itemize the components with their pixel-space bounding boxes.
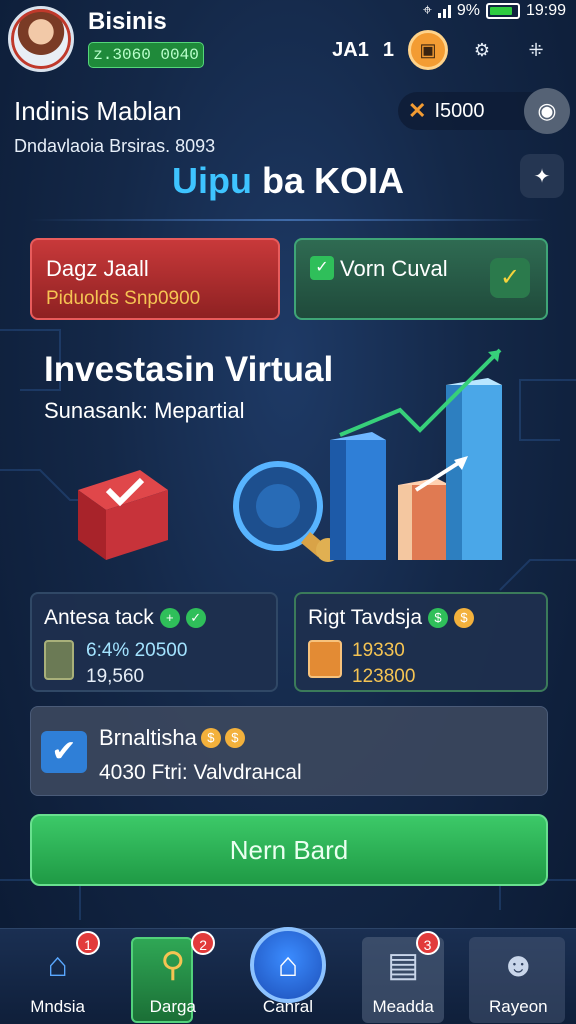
nav-label: Darga	[149, 997, 196, 1016]
promo-title-row: Brnaltisha $ $	[99, 725, 245, 751]
nav-item-central[interactable]: ⌂ Canral	[230, 927, 345, 1024]
balance-pill: ᴢ.3060 0040	[88, 42, 204, 68]
check-shield-icon: ✔	[41, 731, 87, 773]
alert-card-subtitle: Piduolds Snp0900	[46, 288, 201, 309]
checkmark-icon: ✓	[490, 258, 530, 298]
divider	[30, 219, 546, 221]
nav-label: Meadda	[372, 997, 434, 1016]
nav-label: Rayeon	[489, 997, 548, 1016]
user-subtitle: Dndavlaoia Brsiras. 8093	[14, 136, 216, 156]
notification-badge: 1	[76, 931, 100, 955]
stat-right-value1: 19330	[352, 640, 405, 661]
nav-item-darga[interactable]: ⚲ 2 Darga	[115, 929, 230, 1024]
verified-card[interactable]: ✓ Vorn Cuval ✓	[294, 238, 548, 320]
battery-icon	[485, 3, 520, 19]
pin-icon[interactable]: ✦	[520, 154, 564, 198]
alert-card[interactable]: Dagz Jaall Piduolds Snp0900	[30, 238, 280, 320]
clock: 19:99	[525, 2, 566, 19]
counter-b: 1	[382, 38, 394, 61]
notification-badge: 2	[191, 931, 216, 955]
stat-left-title: Antesa tack	[44, 606, 154, 629]
points-value: I5000	[434, 99, 485, 122]
location-icon: ⌖	[422, 2, 432, 19]
app-title: Bisinis	[88, 8, 167, 35]
points-chip[interactable]: ✕ I5000 ◉	[398, 88, 570, 134]
header-actions: JA1 1 ▣ ⚙ ⁜	[332, 30, 556, 70]
stat-right-title-row: Rigt Tavdsja $ $	[308, 606, 475, 630]
bottom-nav: ⌂ 1 Mndsia ⚲ 2 Darga ⌂ Canral ▤ 3 Meadda…	[0, 927, 576, 1024]
red-box-icon	[78, 470, 168, 560]
wallet-icon	[308, 640, 342, 678]
magnifier-icon	[233, 461, 340, 562]
nav-item-home[interactable]: ⌂ 1 Mndsia	[0, 929, 115, 1024]
coin-icon: $	[224, 728, 245, 748]
top-bar: Bisinis ᴢ.3060 0040 ⌖ 9% 19:99 JA1 1 ▣ ⚙…	[0, 0, 576, 84]
nav-label: Canral	[262, 997, 314, 1016]
signal-icon	[437, 4, 451, 18]
promo-title: Brnaltisha	[99, 725, 197, 750]
user-name: Indinis Mablan	[14, 96, 182, 126]
battery-percent: 9%	[456, 2, 480, 19]
avatar[interactable]	[8, 6, 74, 72]
coin-icon: $	[200, 728, 221, 748]
stat-right-title: Rigt Tavdsja	[308, 606, 423, 629]
home-icon: ⌂	[249, 927, 326, 1003]
stat-right-value2: 123800	[352, 666, 416, 687]
stat-card-right[interactable]: Rigt Tavdsja $ $ 19330 123800	[294, 592, 548, 692]
photo-icon[interactable]: ▣	[408, 30, 448, 70]
nav-item-profile[interactable]: ☻ Rayeon	[461, 929, 576, 1024]
nav-label: Mndsia	[30, 997, 85, 1016]
primary-action-button[interactable]: Nern Bard	[30, 814, 548, 886]
coin-icon: $	[428, 608, 449, 628]
notification-badge: 3	[415, 931, 440, 955]
close-icon: ✕	[408, 98, 427, 123]
hero-title: Investasin Virtual	[44, 350, 334, 389]
status-bar: ⌖ 9% 19:99	[423, 0, 566, 22]
verified-card-title: Vorn Cuval	[340, 256, 448, 281]
headline-part1: Uipu	[171, 160, 252, 201]
check-icon: ✓	[310, 256, 334, 280]
camera-icon[interactable]: ◉	[524, 88, 570, 134]
headline: Uipu ba KOIA	[0, 160, 576, 202]
grid-icon[interactable]: ⁜	[516, 30, 556, 70]
plus-icon: +	[159, 608, 180, 628]
hero-subtitle: Sunasank: Mepartial	[44, 398, 245, 423]
alert-card-title: Dagz Jaall	[46, 256, 149, 281]
profile-icon: ☻	[500, 945, 537, 984]
clipboard-icon	[44, 640, 74, 680]
nav-item-documents[interactable]: ▤ 3 Meadda	[346, 929, 461, 1024]
stat-left-value2: 19,560	[86, 666, 145, 687]
promo-subtitle: 4030 Ftri: Valvdrансal	[99, 761, 302, 784]
stat-card-left[interactable]: Antesa tack + ✓ 6:4% 20500 19,560	[30, 592, 278, 692]
headline-part2: ba KOIA	[261, 160, 404, 201]
settings-icon[interactable]: ⚙	[462, 30, 502, 70]
bar-chart-icon	[330, 348, 502, 560]
stat-left-value1: 6:4% 20500	[86, 640, 188, 661]
check-icon: ✓	[185, 608, 206, 628]
stat-left-title-row: Antesa tack + ✓	[44, 606, 206, 630]
coin-icon: $	[454, 608, 475, 628]
counter-a: JA1	[332, 38, 369, 61]
promo-card[interactable]: ✔ Brnaltisha $ $ 4030 Ftri: Valvdrансal	[30, 706, 548, 796]
